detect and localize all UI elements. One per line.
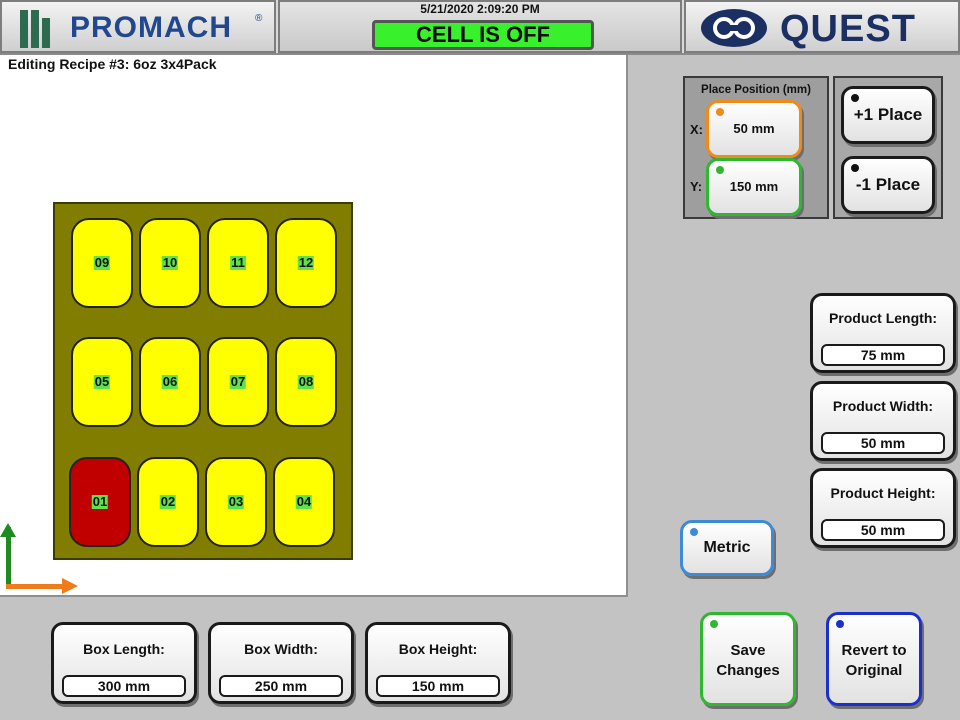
product-cell-07[interactable]: 07 — [207, 337, 269, 427]
minus-one-place-button[interactable]: -1 Place — [841, 156, 935, 214]
product-cell-05[interactable]: 05 — [71, 337, 133, 427]
pattern-canvas: Editing Recipe #3: 6oz 3x4Pack 09 10 11 … — [0, 55, 628, 597]
metric-units-button[interactable]: Metric — [680, 520, 774, 576]
y-axis-arrowhead-icon — [0, 523, 16, 537]
date-time-display: 5/21/2020 2:09:20 PM — [420, 2, 540, 16]
place-position-group: Place Position (mm) X: Y: 50 mm 150 mm — [683, 76, 829, 219]
cell-label: 05 — [93, 374, 111, 389]
promach-logo-icon — [20, 10, 60, 48]
cell-label: 03 — [227, 494, 245, 509]
revert-line-1: Revert to — [841, 642, 907, 659]
product-cell-09[interactable]: 09 — [71, 218, 133, 308]
place-y-label: Y: — [690, 179, 703, 194]
box-length-label: Box Length: — [83, 641, 165, 657]
revert-to-original-label: Revert to Original — [829, 641, 919, 681]
quest-brand-text: QUEST — [780, 8, 916, 50]
cell-label: 07 — [229, 374, 247, 389]
status-panel: 5/21/2020 2:09:20 PM CELL IS OFF — [278, 0, 682, 53]
cell-status-indicator: CELL IS OFF — [372, 20, 594, 50]
minus-one-place-label: -1 Place — [855, 175, 921, 194]
product-width-label: Product Width: — [832, 398, 934, 414]
product-height-label: Product Height: — [830, 485, 936, 501]
product-cell-11[interactable]: 11 — [207, 218, 269, 308]
save-changes-label: Save Changes — [703, 641, 793, 681]
x-axis-arrow-icon — [6, 584, 66, 589]
cell-label: 02 — [159, 494, 177, 509]
trademark-symbol: ® — [255, 13, 263, 24]
box-layout: 09 10 11 12 05 06 07 08 01 02 03 04 — [53, 202, 353, 560]
quest-logo-icon — [701, 9, 767, 47]
product-length-button[interactable]: Product Length: 75 mm — [810, 293, 956, 373]
cell-label: 12 — [297, 255, 315, 270]
box-height-value: 150 mm — [376, 675, 500, 697]
product-cell-03[interactable]: 03 — [205, 457, 267, 547]
cell-label: 10 — [161, 255, 179, 270]
cell-label: 08 — [297, 374, 315, 389]
product-width-value: 50 mm — [821, 432, 945, 454]
cell-label: 09 — [93, 255, 111, 270]
indicator-light-icon — [716, 166, 724, 174]
product-width-button[interactable]: Product Width: 50 mm — [810, 381, 956, 461]
place-position-title: Place Position (mm) — [701, 84, 811, 96]
place-y-button[interactable]: 150 mm — [706, 158, 802, 216]
box-length-value: 300 mm — [62, 675, 186, 697]
x-axis-arrowhead-icon — [62, 578, 78, 594]
product-height-value: 50 mm — [821, 519, 945, 541]
indicator-light-icon — [690, 528, 698, 536]
product-length-label: Product Length: — [828, 310, 938, 326]
revert-to-original-button[interactable]: Revert to Original — [826, 612, 922, 706]
product-cell-04[interactable]: 04 — [273, 457, 335, 547]
plus-one-place-button[interactable]: +1 Place — [841, 86, 935, 144]
promach-brand-text: PROMACH — [70, 11, 232, 44]
place-step-group: +1 Place -1 Place — [833, 76, 943, 219]
quest-logo: QUEST — [684, 0, 960, 53]
product-height-button[interactable]: Product Height: 50 mm — [810, 468, 956, 548]
plus-one-place-label: +1 Place — [853, 105, 923, 124]
indicator-light-icon — [851, 94, 859, 102]
product-cell-12[interactable]: 12 — [275, 218, 337, 308]
box-width-button[interactable]: Box Width: 250 mm — [208, 622, 354, 704]
save-changes-button[interactable]: Save Changes — [700, 612, 796, 706]
cell-label: 04 — [295, 494, 313, 509]
revert-line-2: Original — [845, 662, 903, 679]
place-y-value: 150 mm — [729, 179, 779, 194]
box-width-value: 250 mm — [219, 675, 343, 697]
cell-label: 11 — [230, 255, 246, 270]
product-cell-10[interactable]: 10 — [139, 218, 201, 308]
cell-label: 06 — [161, 374, 179, 389]
promach-logo: PROMACH ® — [0, 0, 276, 53]
metric-units-label: Metric — [703, 539, 751, 556]
product-cell-02[interactable]: 02 — [137, 457, 199, 547]
recipe-title: Editing Recipe #3: 6oz 3x4Pack — [8, 56, 217, 72]
header-bar: PROMACH ® 5/21/2020 2:09:20 PM CELL IS O… — [0, 0, 960, 55]
save-line-1: Save — [730, 642, 766, 659]
box-height-label: Box Height: — [398, 641, 478, 657]
box-height-button[interactable]: Box Height: 150 mm — [365, 622, 511, 704]
box-length-button[interactable]: Box Length: 300 mm — [51, 622, 197, 704]
product-cell-08[interactable]: 08 — [275, 337, 337, 427]
place-x-value: 50 mm — [733, 121, 775, 136]
indicator-light-icon — [710, 620, 718, 628]
product-cell-01[interactable]: 01 — [69, 457, 131, 547]
box-width-label: Box Width: — [244, 641, 318, 657]
save-line-2: Changes — [716, 662, 780, 679]
indicator-light-icon — [716, 108, 724, 116]
product-length-value: 75 mm — [821, 344, 945, 366]
indicator-light-icon — [836, 620, 844, 628]
indicator-light-icon — [851, 164, 859, 172]
product-cell-06[interactable]: 06 — [139, 337, 201, 427]
place-x-button[interactable]: 50 mm — [706, 100, 802, 158]
place-x-label: X: — [690, 122, 703, 137]
cell-label: 01 — [91, 494, 109, 509]
